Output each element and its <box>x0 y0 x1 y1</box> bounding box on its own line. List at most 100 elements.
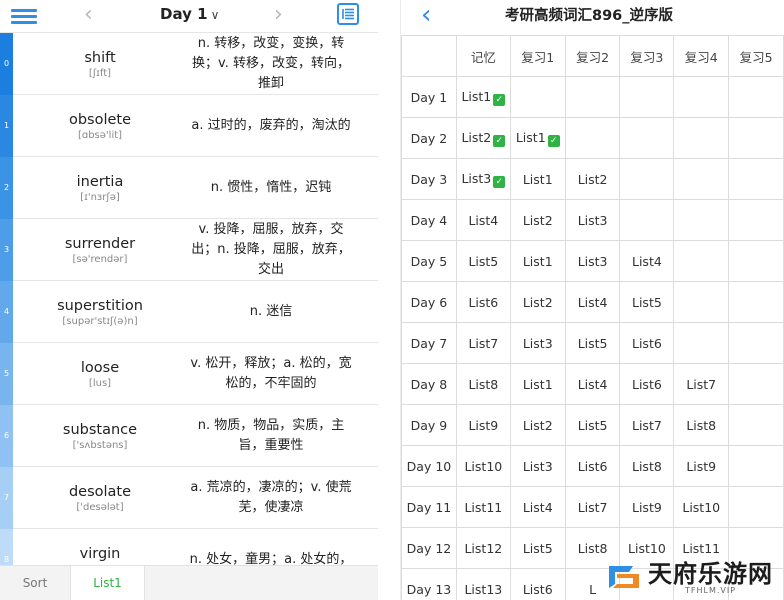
list-label: List5 <box>632 294 662 310</box>
schedule-cell[interactable]: List4 <box>455 199 511 241</box>
schedule-cell[interactable]: List3 <box>509 445 566 487</box>
list-label: List6 <box>522 581 553 597</box>
list-label: List1 <box>522 253 553 269</box>
hamburger-menu-icon[interactable] <box>11 6 37 26</box>
prev-day-chevron-icon[interactable]: ‹ <box>84 4 93 26</box>
list-label: List5 <box>522 540 553 556</box>
schedule-cell[interactable]: List11 <box>455 486 511 528</box>
schedule-cell <box>564 76 621 118</box>
schedule-cell[interactable]: List7 <box>455 322 511 364</box>
word-row[interactable]: 7 desolate ['desələt] a. 荒凉的，凄凉的；v. 使荒芜，使凄凉 <box>0 467 378 529</box>
schedule-cell[interactable]: List1 ✓ <box>509 117 566 159</box>
day-label-cell: Day 10 <box>401 445 457 487</box>
list-label: List2 <box>522 212 553 228</box>
word-list[interactable]: 0 shift [ʃɪft] n. 转移，改变，变换，转换；v. 转移，改变，转向，推… <box>0 33 378 565</box>
word-row[interactable]: 6 substance ['sʌbstəns] n. 物质，物品，实质，主旨，重要性 <box>0 405 378 467</box>
schedule-cell[interactable]: List9 <box>619 486 675 528</box>
schedule-cell[interactable]: List1 <box>509 158 566 200</box>
word-definition: v. 松开，释放；a. 松的，宽松的，不牢固的 <box>186 343 356 405</box>
word-row[interactable]: 1 obsolete [ɑbsə'lit] a. 过时的，废弃的，淘汰的 <box>0 95 378 157</box>
schedule-cell[interactable]: List3 ✓ <box>455 158 511 200</box>
table-row: Day 10 List10 List3 List6 List8 List9 <box>401 445 784 487</box>
schedule-cell[interactable]: List4 <box>619 240 675 282</box>
schedule-cell[interactable]: List4 <box>564 281 621 323</box>
schedule-cell <box>509 76 566 118</box>
schedule-cell[interactable]: List8 <box>619 445 675 487</box>
schedule-cell[interactable]: List6 <box>509 568 566 600</box>
schedule-cell[interactable]: List8 <box>673 404 730 446</box>
tab-sort[interactable]: Sort <box>0 566 70 600</box>
word-cell: obsolete [ɑbsə'lit] <box>14 95 186 157</box>
list-label: List1 <box>515 129 546 145</box>
schedule-cell[interactable]: List2 <box>564 158 621 200</box>
tab-list1[interactable]: List1 <box>70 566 145 600</box>
definition-text: n. 物质，物品，实质，主旨，重要性 <box>197 418 345 453</box>
schedule-cell[interactable]: List6 <box>619 363 675 405</box>
list-label: List1 <box>522 171 553 187</box>
list-label: List8 <box>686 417 717 433</box>
schedule-cell[interactable]: List3 <box>564 199 621 241</box>
schedule-cell <box>728 322 784 364</box>
column-header: 复习5 <box>728 35 784 77</box>
schedule-cell[interactable]: List9 <box>673 445 730 487</box>
column-header: 记忆 <box>455 35 511 77</box>
schedule-cell[interactable]: List1 <box>509 240 566 282</box>
list-label: List6 <box>632 376 662 392</box>
word-row[interactable]: 3 surrender [sə'rendər] v. 投降，屈服，放弃，交出；n. 投… <box>0 219 378 281</box>
schedule-cell[interactable]: List2 ✓ <box>455 117 511 159</box>
schedule-cell[interactable]: List2 <box>509 404 566 446</box>
schedule-cell[interactable]: List5 <box>564 404 621 446</box>
word-row[interactable]: 2 inertia [ɪ'nɜrʃə] n. 惯性，惰性，迟钝 <box>0 157 378 219</box>
schedule-cell <box>673 158 730 200</box>
schedule-cell[interactable]: List2 <box>509 281 566 323</box>
schedule-cell[interactable]: List3 <box>509 322 566 364</box>
list-label: List6 <box>468 294 499 310</box>
schedule-cell[interactable]: List9 <box>455 404 511 446</box>
word-row[interactable]: 4 superstition [supər'stɪʃ(ə)n] n. 迷信 <box>0 281 378 343</box>
table-row: Day 5 List5 List1 List3 List4 <box>401 240 784 282</box>
review-schedule-table: 记忆 复习1 复习2 复习3 复习4 复习5 Day 1 List1 ✓ Day 2 List2 ✓… <box>401 35 784 600</box>
day-selector[interactable]: Day 1 ∨ <box>160 5 219 24</box>
schedule-cell[interactable]: List13 <box>455 568 511 600</box>
schedule-cell[interactable]: List7 <box>564 486 621 528</box>
back-arrow-icon[interactable]: ‹ <box>421 2 431 28</box>
table-row: Day 8 List8 List1 List4 List6 List7 <box>401 363 784 405</box>
schedule-cell[interactable]: List7 <box>673 363 730 405</box>
word-row[interactable]: 5 loose [lus] v. 松开，释放；a. 松的，宽松的，不牢固的 <box>0 343 378 405</box>
list-label: List8 <box>468 376 499 392</box>
schedule-cell[interactable]: List2 <box>509 199 566 241</box>
list-label: List5 <box>577 417 608 433</box>
schedule-cell[interactable]: List3 <box>564 240 621 282</box>
next-day-chevron-icon[interactable]: › <box>274 4 283 26</box>
word-cell: superstition [supər'stɪʃ(ə)n] <box>14 281 186 343</box>
schedule-cell[interactable]: List5 <box>455 240 511 282</box>
schedule-cell[interactable]: List6 <box>455 281 511 323</box>
schedule-cell[interactable]: List7 <box>619 404 675 446</box>
site-watermark: 天府乐游网 TFHLM.VIP <box>607 559 777 597</box>
schedule-cell[interactable]: List5 <box>619 281 675 323</box>
word-phonetic: [ɑbsə'lit] <box>77 130 123 141</box>
schedule-cell[interactable]: List4 <box>564 363 621 405</box>
schedule-cell[interactable]: List6 <box>619 322 675 364</box>
schedule-cell[interactable]: List5 <box>509 527 566 569</box>
word-row[interactable]: 0 shift [ʃɪft] n. 转移，改变，变换，转换；v. 转移，改变，转向，推… <box>0 33 378 95</box>
column-header: 复习1 <box>509 35 566 77</box>
day-selector-label: Day 1 <box>160 5 208 23</box>
schedule-cell[interactable]: List4 <box>509 486 566 528</box>
schedule-cell[interactable]: List10 <box>673 486 730 528</box>
word-row[interactable]: 8 virgin n. 处女，童男；a. 处女的， <box>0 529 378 565</box>
schedule-cell[interactable]: List6 <box>564 445 621 487</box>
schedule-cell[interactable]: List12 <box>455 527 511 569</box>
schedule-cell[interactable]: List5 <box>564 322 621 364</box>
list-label: List7 <box>632 417 662 433</box>
schedule-cell[interactable]: List8 <box>455 363 511 405</box>
day-label-cell: Day 5 <box>401 240 457 282</box>
list-label: List9 <box>686 458 717 474</box>
list-label: List1 <box>522 376 553 392</box>
schedule-cell[interactable]: List1 <box>509 363 566 405</box>
schedule-cell[interactable]: List1 ✓ <box>455 76 511 118</box>
schedule-cell[interactable]: List10 <box>455 445 511 487</box>
list-label: List3 <box>461 170 492 186</box>
list-label: List2 <box>522 417 553 433</box>
list-view-icon[interactable] <box>337 3 359 25</box>
